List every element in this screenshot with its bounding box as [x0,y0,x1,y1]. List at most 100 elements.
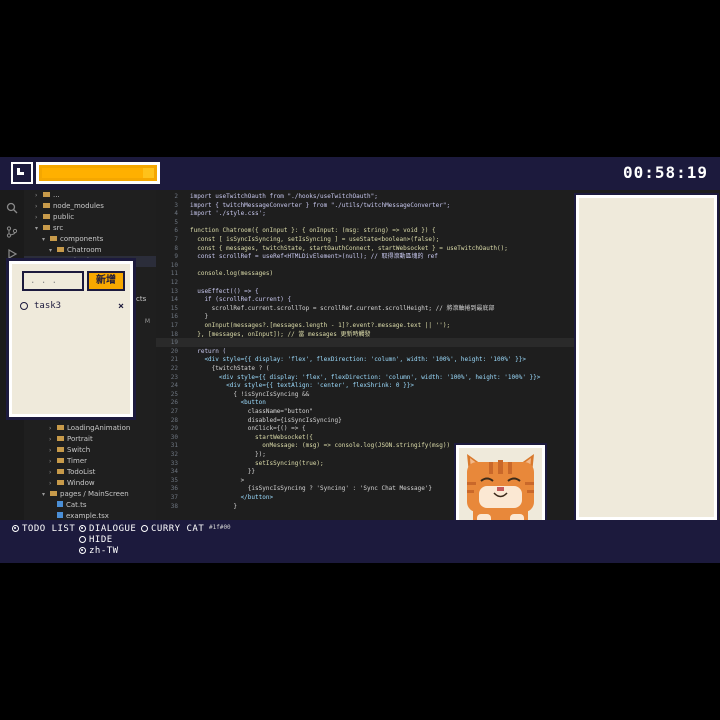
radio-icon [79,525,86,532]
code-text: const scrollRef = useRef<HTMLDivElement>… [190,253,438,261]
chevron-icon: › [49,436,52,443]
explorer-folder[interactable]: ▾src• [24,223,167,234]
explorer-item-label: pages / MainScreen [60,490,129,498]
progress-fill [42,168,143,178]
explorer-item-label: src [53,224,64,232]
code-text: }); [190,451,266,458]
option-zh-tw[interactable]: zh-TW [79,546,119,557]
explorer-folder[interactable]: ▾components• [24,234,174,245]
radio-icon [79,547,86,554]
explorer-item-label: Window [67,479,95,487]
code-text: import { twitchMessageConverter } from "… [190,201,451,209]
explorer-item-label: Timer [67,457,88,465]
code-text: > [190,476,245,484]
code-text: {isSyncIsSyncing ? 'Syncing' : 'Sync Cha… [190,485,433,493]
chevron-icon: ▾ [42,491,46,498]
color-code-label: #1f#00 [209,524,231,531]
option-todo-list[interactable]: TODO LIST [12,524,75,535]
chevron-icon: › [49,469,52,476]
bottom-bar: TODO LIST DIALOGUE HIDE zh-TW CURRY CAT … [0,520,720,563]
explorer-item-label: ... [53,191,60,199]
code-text: const { messages, twitchState, startOaut… [190,244,508,252]
explorer-item-label: public [53,213,75,221]
progress-bar [34,160,162,186]
code-text: }, [messages, onInput]); // 當 messages 更… [190,330,371,338]
code-text: const [ isSyncIsSyncing, setIsSyncing ] … [190,236,440,243]
cat-icon [459,448,542,527]
option-zh-tw-label: zh-TW [89,546,119,556]
folder-icon [57,480,64,485]
code-text: onInput(messages?.[messages.length - 1]?… [190,322,451,329]
chevron-icon: › [49,447,52,454]
explorer-item-label: LoadingAnimation [67,424,131,432]
explorer-item-label: Portrait [67,435,93,443]
explorer-item-label: node_modules [53,202,104,210]
folder-icon [57,425,64,430]
code-text: className="button" [190,408,313,415]
add-todo-button[interactable]: 新增 [87,271,125,291]
chevron-icon: › [35,192,38,199]
chevron-icon: › [49,458,52,465]
explorer-folder[interactable]: › node_modules [24,201,167,212]
code-text: if (scrollRef.current) { [190,296,292,304]
file-icon [57,501,63,507]
code-text: setIsSyncing(true); [190,459,324,467]
todo-checkbox[interactable] [20,302,28,310]
countdown-timer: 00:58:19 [622,163,708,182]
code-text: {twitchState ? ( [190,365,270,372]
code-text: { !isSyncIsSyncing && [190,390,310,398]
code-text: import useTwitchOauth from "./hooks/useT… [190,193,378,200]
code-text: return ( [190,347,227,355]
todo-item-label: task3 [34,301,62,311]
code-text: }} [190,468,256,476]
code-text: disabled={isSyncIsSyncing} [190,416,342,424]
code-text: </button> [190,494,274,501]
run-debug-icon[interactable] [6,248,18,260]
todo-input[interactable]: . . . [22,271,84,291]
explorer-item-label: example.tsx [66,512,109,520]
chevron-icon: ▾ [42,236,46,243]
code-text: <div style={{ display: 'flex', flexDirec… [190,356,526,364]
folder-icon [43,192,50,197]
explorer-item-label: Switch [67,446,91,454]
folder-icon [57,469,64,474]
explorer-item-label: TodoList [67,468,96,476]
radio-icon [141,525,148,532]
folder-icon [57,247,64,252]
code-text: useEffect(() => { [190,287,259,295]
code-text: onMessage: (msg) => console.log(JSON.str… [190,442,451,450]
option-curry-cat-label: CURRY CAT [151,524,205,534]
explorer-folder[interactable]: › public [24,212,167,223]
code-text: } [190,313,209,321]
code-text: import './style.css'; [190,210,266,218]
chevron-icon: › [49,425,52,432]
search-icon[interactable] [6,202,18,214]
source-control-icon[interactable] [6,226,18,238]
stream-overlay: 00:58:19 ›...›node_modules›public▾src•▾c… [0,157,720,563]
delete-todo-button[interactable]: × [118,300,124,313]
folder-icon [50,236,57,241]
option-dialogue-label: DIALOGUE [89,524,137,534]
code-text: <div style={{ textAlign: 'center', flexS… [190,382,414,390]
cat-portrait [454,443,547,532]
folder-icon [43,203,50,208]
explorer-folder[interactable]: ›... [24,190,167,201]
chevron-icon: ▾ [49,247,53,254]
chevron-icon: › [35,214,38,221]
code-text: } [190,502,237,510]
chevron-icon: › [49,480,52,487]
option-dialogue[interactable]: DIALOGUE [79,524,136,535]
line-number: 38 [170,502,178,510]
code-text: <button [190,399,266,407]
code-text: onClick={() => { [190,425,306,433]
explorer-folder[interactable]: ▾pages / MainScreen• [24,489,174,500]
option-todo-list-label: TODO LIST [22,524,76,534]
progress-track [42,168,154,178]
explorer-item-label: Chatroom [67,246,102,254]
code-text: console.log(messages) [190,270,274,278]
chat-panel [574,193,719,522]
explorer-item-label: components [60,235,104,243]
option-hide[interactable]: HIDE [79,535,113,546]
code-text: function Chatroom({ onInput }: { onInput… [190,227,436,235]
option-curry-cat[interactable]: CURRY CAT [141,524,204,535]
